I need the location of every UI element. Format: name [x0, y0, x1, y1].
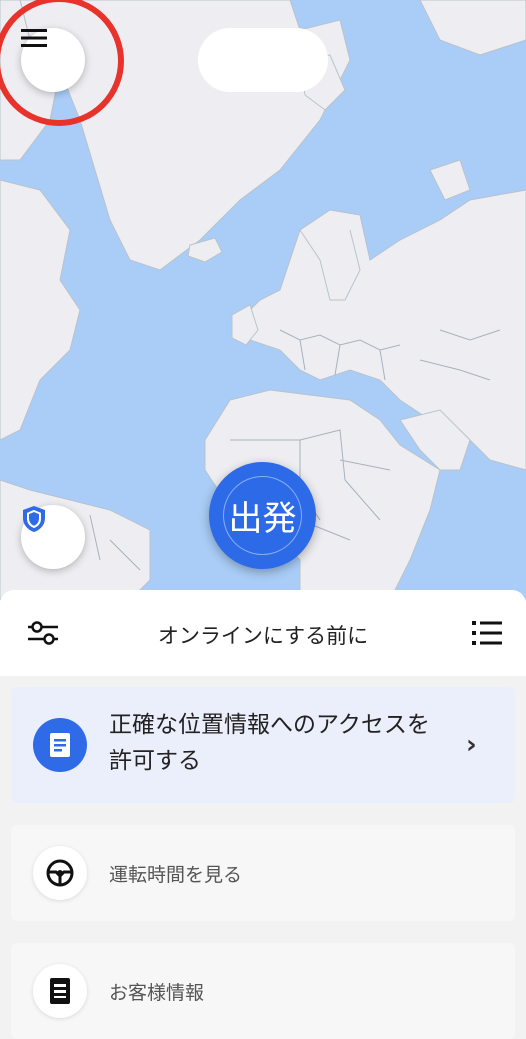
sheet-title: オンラインにする前に — [157, 624, 369, 648]
safety-button[interactable] — [21, 505, 85, 569]
chevron-right-icon: › — [466, 730, 477, 760]
sheet-header: オンラインにする前に — [0, 590, 526, 676]
map-view[interactable]: 出発 — [0, 0, 526, 600]
bottom-sheet: オンラインにする前に 正確な位置情報へのアクセスを許可する › 運転時間を見る … — [0, 590, 526, 1039]
go-button-label: 出発 — [228, 499, 297, 539]
shield-icon — [23, 506, 45, 532]
hours-card-icon-circle — [33, 846, 87, 900]
location-card-title: 正確な位置情報へのアクセスを許可する — [109, 712, 430, 774]
driving-hours-card[interactable]: 運転時間を見る — [11, 825, 515, 921]
sheet-content: 正確な位置情報へのアクセスを許可する › 運転時間を見る お客様情報 — [0, 676, 526, 1039]
status-pill[interactable] — [198, 28, 328, 92]
customer-card-icon-circle — [33, 964, 87, 1018]
location-access-card[interactable]: 正確な位置情報へのアクセスを許可する › — [11, 687, 515, 803]
customer-info-card[interactable]: お客様情報 — [11, 943, 515, 1039]
go-online-button[interactable]: 出発 — [209, 462, 316, 569]
list-icon — [472, 621, 502, 645]
document-icon — [50, 733, 70, 757]
menu-button[interactable] — [21, 28, 85, 92]
steering-wheel-icon — [46, 859, 74, 887]
list-button[interactable] — [472, 620, 502, 650]
hours-card-label: 運転時間を見る — [109, 864, 243, 886]
hamburger-menu-icon — [21, 29, 47, 47]
location-card-icon-circle — [33, 718, 87, 772]
notepad-icon — [50, 978, 70, 1004]
customer-card-label: お客様情報 — [109, 982, 205, 1004]
